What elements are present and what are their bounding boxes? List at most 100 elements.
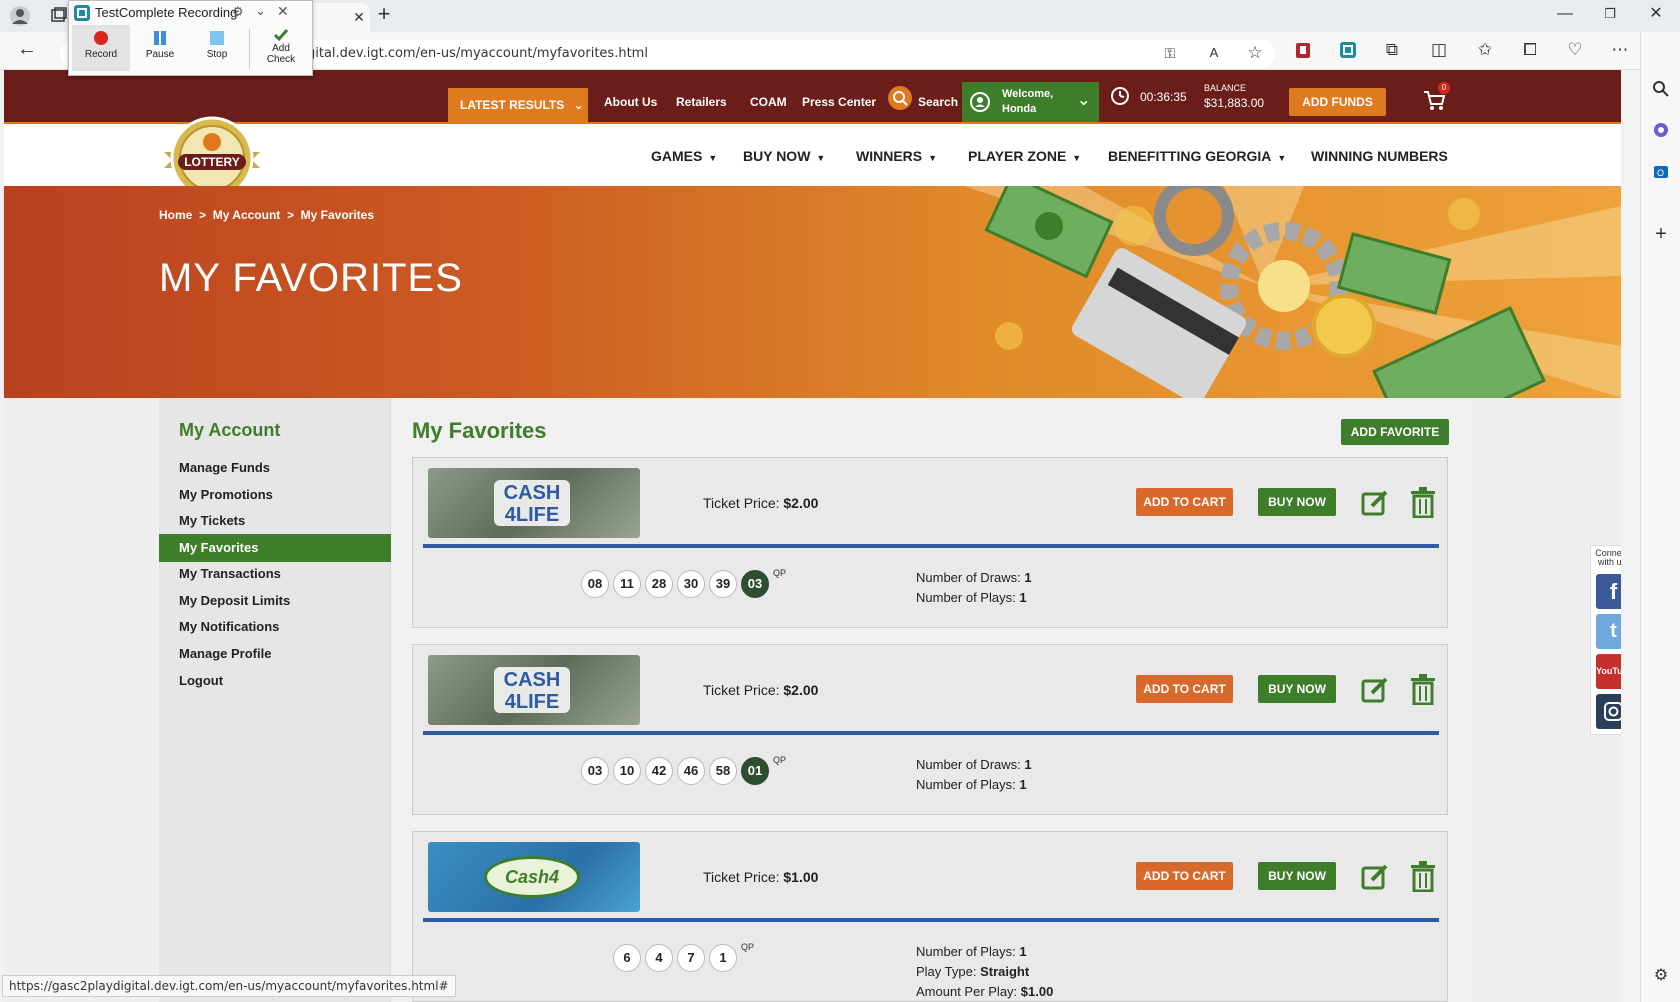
status-bar-url: https://gasc2playdigital.dev.igt.com/en-… (2, 975, 456, 997)
sidebar-item-my-favorites[interactable]: My Favorites (159, 534, 391, 562)
breadcrumb-home[interactable]: Home (159, 208, 192, 222)
retailers-link[interactable]: Retailers (676, 95, 727, 109)
instagram-icon[interactable] (1596, 694, 1621, 729)
nav-games[interactable]: GAMES ▼ (651, 148, 717, 164)
testcomplete-logo-icon (74, 5, 90, 21)
user-name: Honda (1002, 103, 1037, 115)
settings-gear-icon[interactable]: ⚙ (232, 4, 244, 20)
breadcrumb-separator: > (195, 208, 210, 222)
new-tab-icon[interactable]: + (373, 3, 395, 26)
nav-winners[interactable]: WINNERS ▼ (856, 148, 937, 164)
sidebar-item-my-notifications[interactable]: My Notifications (159, 613, 391, 641)
workspaces-icon[interactable] (48, 5, 70, 27)
ticket-price-value: $1.00 (783, 869, 819, 885)
back-icon[interactable]: ← (16, 39, 38, 61)
search-sidebar-icon[interactable] (1650, 80, 1672, 102)
press-center-link[interactable]: Press Center (802, 95, 876, 109)
cash4life-game-image[interactable]: CASH 4LIFE (428, 468, 640, 538)
collections-icon[interactable]: ⧠ (1519, 40, 1541, 62)
twitter-icon[interactable]: t (1596, 614, 1621, 649)
sidebar-item-my-deposit-limits[interactable]: My Deposit Limits (159, 587, 391, 615)
outlook-icon[interactable]: O (1650, 163, 1672, 185)
more-menu-icon[interactable]: ⋯ (1609, 40, 1631, 62)
add-favorite-button[interactable]: ADD FAVORITE (1341, 419, 1449, 445)
read-aloud-icon[interactable]: A (1203, 43, 1225, 65)
edit-icon[interactable] (1360, 488, 1390, 518)
add-to-cart-button[interactable]: ADD TO CART (1136, 862, 1233, 890)
ticket-price-label: Ticket Price: (703, 869, 780, 885)
sidebar-item-manage-funds[interactable]: Manage Funds (159, 454, 391, 482)
buy-now-button[interactable]: BUY NOW (1258, 675, 1336, 703)
cash4life-game-image[interactable]: CASH 4LIFE (428, 655, 640, 725)
add-check-button[interactable]: Add Check (252, 25, 310, 71)
stop-button[interactable]: Stop (188, 25, 246, 71)
nav-player-zone[interactable]: PLAYER ZONE ▼ (968, 148, 1081, 164)
extensions-puzzle-icon[interactable]: ⧉ (1381, 40, 1403, 62)
nav-winning-numbers[interactable]: WINNING NUMBERS (1311, 148, 1448, 164)
play-type-label: Play Type: (916, 964, 977, 979)
number-selection: 08 11 28 30 39 03 QP (581, 568, 786, 598)
profile-avatar-icon[interactable] (9, 5, 31, 27)
add-sidebar-icon[interactable]: + (1650, 224, 1672, 246)
draws-value: 1 (1024, 570, 1032, 585)
ticket-price: Ticket Price: $2.00 (703, 495, 818, 511)
testcomplete-recorder: TestComplete Recording ⚙ ⌄ ✕ Record Paus… (68, 0, 313, 76)
split-screen-icon[interactable]: ◫ (1428, 40, 1450, 62)
cart-icon[interactable]: 0 (1422, 82, 1450, 112)
search-link[interactable]: Search (918, 95, 958, 109)
breadcrumb-my-account[interactable]: My Account (213, 208, 281, 222)
trash-icon[interactable] (1409, 860, 1437, 892)
copilot-sidebar-icon[interactable] (1650, 121, 1672, 143)
favorite-star-icon[interactable]: ☆ (1244, 43, 1266, 65)
edit-icon[interactable] (1360, 862, 1390, 892)
buy-now-button[interactable]: BUY NOW (1258, 862, 1336, 890)
nav-buy-now[interactable]: BUY NOW ▼ (743, 148, 825, 164)
key-icon[interactable]: ⚿ (1159, 43, 1181, 65)
sidebar-item-my-tickets[interactable]: My Tickets (159, 507, 391, 535)
youtube-icon[interactable]: YouTube (1596, 654, 1621, 689)
facebook-icon[interactable]: f (1596, 574, 1621, 609)
minimize-icon[interactable]: — (1554, 4, 1576, 26)
favorite-card: CASH 4LIFE Ticket Price: $2.00 ADD TO CA… (412, 457, 1448, 628)
extension-testcomplete-icon[interactable] (1337, 40, 1359, 62)
search-icon[interactable] (888, 86, 912, 110)
cash4-game-image[interactable]: Cash4 (428, 842, 640, 912)
chevron-down-icon[interactable]: ⌄ (255, 3, 266, 19)
caret-down-icon: ▼ (708, 153, 718, 163)
sidebar-item-logout[interactable]: Logout (159, 667, 391, 695)
extension-red-icon[interactable] (1292, 40, 1314, 62)
pause-button[interactable]: Pause (131, 25, 189, 71)
performance-icon[interactable]: ♡ (1564, 40, 1586, 62)
trash-icon[interactable] (1409, 486, 1437, 518)
settings-gear-icon[interactable]: ⚙ (1650, 966, 1672, 988)
number-ball: 6 (613, 944, 641, 972)
favorites-list-icon[interactable]: ✩ (1474, 40, 1496, 62)
latest-results-dropdown[interactable]: LATEST RESULTS ⌄ (448, 88, 588, 124)
sidebar-item-my-transactions[interactable]: My Transactions (159, 560, 391, 588)
sidebar-item-manage-profile[interactable]: Manage Profile (159, 640, 391, 668)
account-dropdown[interactable]: Welcome, Honda ⌄ (962, 82, 1099, 122)
close-tab-icon[interactable]: ✕ (348, 7, 370, 29)
quick-pick-tag: QP (773, 755, 787, 765)
sidebar-item-my-promotions[interactable]: My Promotions (159, 481, 391, 509)
balance-value: $31,883.00 (1204, 96, 1265, 110)
nav-benefitting-georgia[interactable]: BENEFITTING GEORGIA ▼ (1108, 148, 1286, 164)
add-check-label-1: Add (272, 43, 290, 54)
nav-buy-now-label: BUY NOW (743, 148, 811, 164)
edit-icon[interactable] (1360, 675, 1390, 705)
about-us-link[interactable]: About Us (604, 95, 657, 109)
restore-icon[interactable]: ❐ (1599, 4, 1621, 26)
close-window-icon[interactable]: ✕ (1645, 4, 1667, 26)
record-button[interactable]: Record (72, 25, 130, 71)
plays-label: Number of Plays: (916, 944, 1016, 959)
close-icon[interactable]: ✕ (277, 3, 289, 20)
add-to-cart-button[interactable]: ADD TO CART (1136, 675, 1233, 703)
trash-icon[interactable] (1409, 673, 1437, 705)
add-funds-button[interactable]: ADD FUNDS (1289, 88, 1386, 116)
play-details: Number of Plays: 1 Play Type: Straight A… (916, 942, 1053, 1002)
coam-link[interactable]: COAM (750, 95, 787, 109)
caret-down-icon: ▼ (816, 153, 826, 163)
nav-games-label: GAMES (651, 148, 703, 164)
buy-now-button[interactable]: BUY NOW (1258, 488, 1336, 516)
add-to-cart-button[interactable]: ADD TO CART (1136, 488, 1233, 516)
